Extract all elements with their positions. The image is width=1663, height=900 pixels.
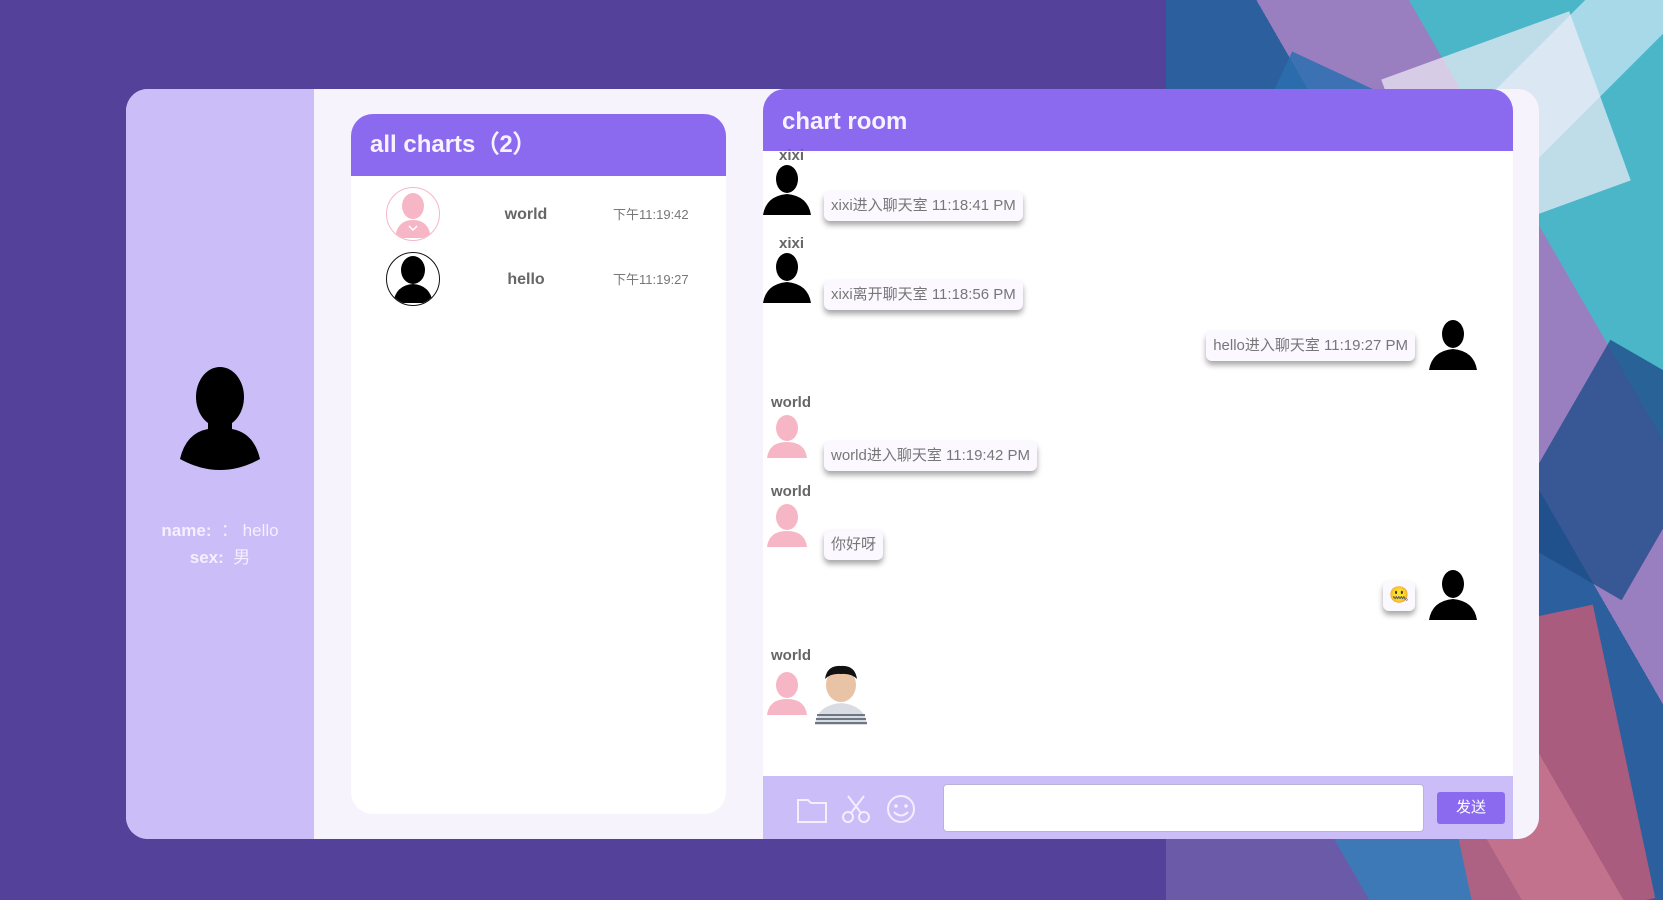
send-button[interactable]: 发送 xyxy=(1437,792,1505,824)
message-bubble: xixi离开聊天室 11:18:56 PM xyxy=(824,280,1023,310)
message-sender: world xyxy=(771,394,811,411)
message-bubble: xixi进入聊天室 11:18:41 PM xyxy=(824,191,1023,221)
message-item: xixi xixi离开聊天室 11:18:56 PM xyxy=(763,235,1513,310)
male-avatar-icon xyxy=(763,253,811,303)
message-bubble: world进入聊天室 11:19:42 PM xyxy=(824,441,1037,471)
message-item: world 你好呀 xyxy=(763,483,1513,560)
chat-room-panel: chart room xixi xixi进入聊天室 11:18:41 PM xi… xyxy=(763,89,1513,839)
male-avatar-icon xyxy=(1429,570,1477,620)
scissors-icon[interactable] xyxy=(839,792,873,826)
window-edge xyxy=(1513,89,1539,839)
message-sender: world xyxy=(771,647,811,664)
message-item: world world进入聊天室 11:19:42 PM xyxy=(763,394,1513,471)
sex-value: 男 xyxy=(233,548,251,567)
user-avatar-icon xyxy=(180,367,260,470)
message-item: 🤐 xyxy=(763,567,1513,637)
message-sender: xixi xyxy=(779,235,805,252)
male-avatar-icon xyxy=(763,165,811,215)
name-label: name: xyxy=(161,521,212,540)
female-avatar-icon xyxy=(386,187,440,241)
name-value: ： hello xyxy=(220,521,279,540)
female-avatar-icon xyxy=(767,415,807,458)
chat-list-title: all charts（2） xyxy=(351,114,726,176)
profile-panel: name: ： hello sex: 男 xyxy=(126,89,314,839)
chat-app-window: name: ： hello sex: 男 all charts（2） world… xyxy=(126,89,1539,839)
message-sender: xixi xyxy=(779,147,805,164)
female-avatar-icon xyxy=(767,504,807,547)
chat-list-item-time: 下午11:19:27 xyxy=(613,272,689,287)
chat-list-item-world[interactable]: world 下午11:19:42 xyxy=(351,177,726,242)
message-item: hello进入聊天室 11:19:27 PM xyxy=(763,317,1513,377)
chat-room-title: chart room xyxy=(763,89,1513,151)
chat-list-panel: all charts（2） world 下午11:19:42 hello 下午1 xyxy=(351,114,726,814)
chat-list-item-name: hello xyxy=(507,271,545,288)
message-input-bar: 发送 xyxy=(763,776,1513,839)
chat-list-item-hello[interactable]: hello 下午11:19:27 xyxy=(351,242,726,307)
photo-attachment[interactable] xyxy=(809,661,873,725)
folder-icon[interactable] xyxy=(795,792,829,826)
profile-info: name: ： hello sex: 男 xyxy=(126,517,314,571)
message-sender: world xyxy=(771,483,811,500)
male-avatar-icon xyxy=(386,252,440,306)
emoji-message-bubble: 🤐 xyxy=(1383,581,1415,611)
message-input[interactable] xyxy=(943,784,1424,832)
message-item: xixi xixi进入聊天室 11:18:41 PM xyxy=(763,147,1513,221)
message-bubble: hello进入聊天室 11:19:27 PM xyxy=(1206,331,1415,361)
male-avatar-icon xyxy=(1429,320,1477,370)
sex-label: sex: xyxy=(189,548,224,567)
message-item: world xyxy=(763,647,1513,727)
emoji-icon[interactable] xyxy=(884,792,918,826)
message-bubble: 你好呀 xyxy=(824,530,884,560)
